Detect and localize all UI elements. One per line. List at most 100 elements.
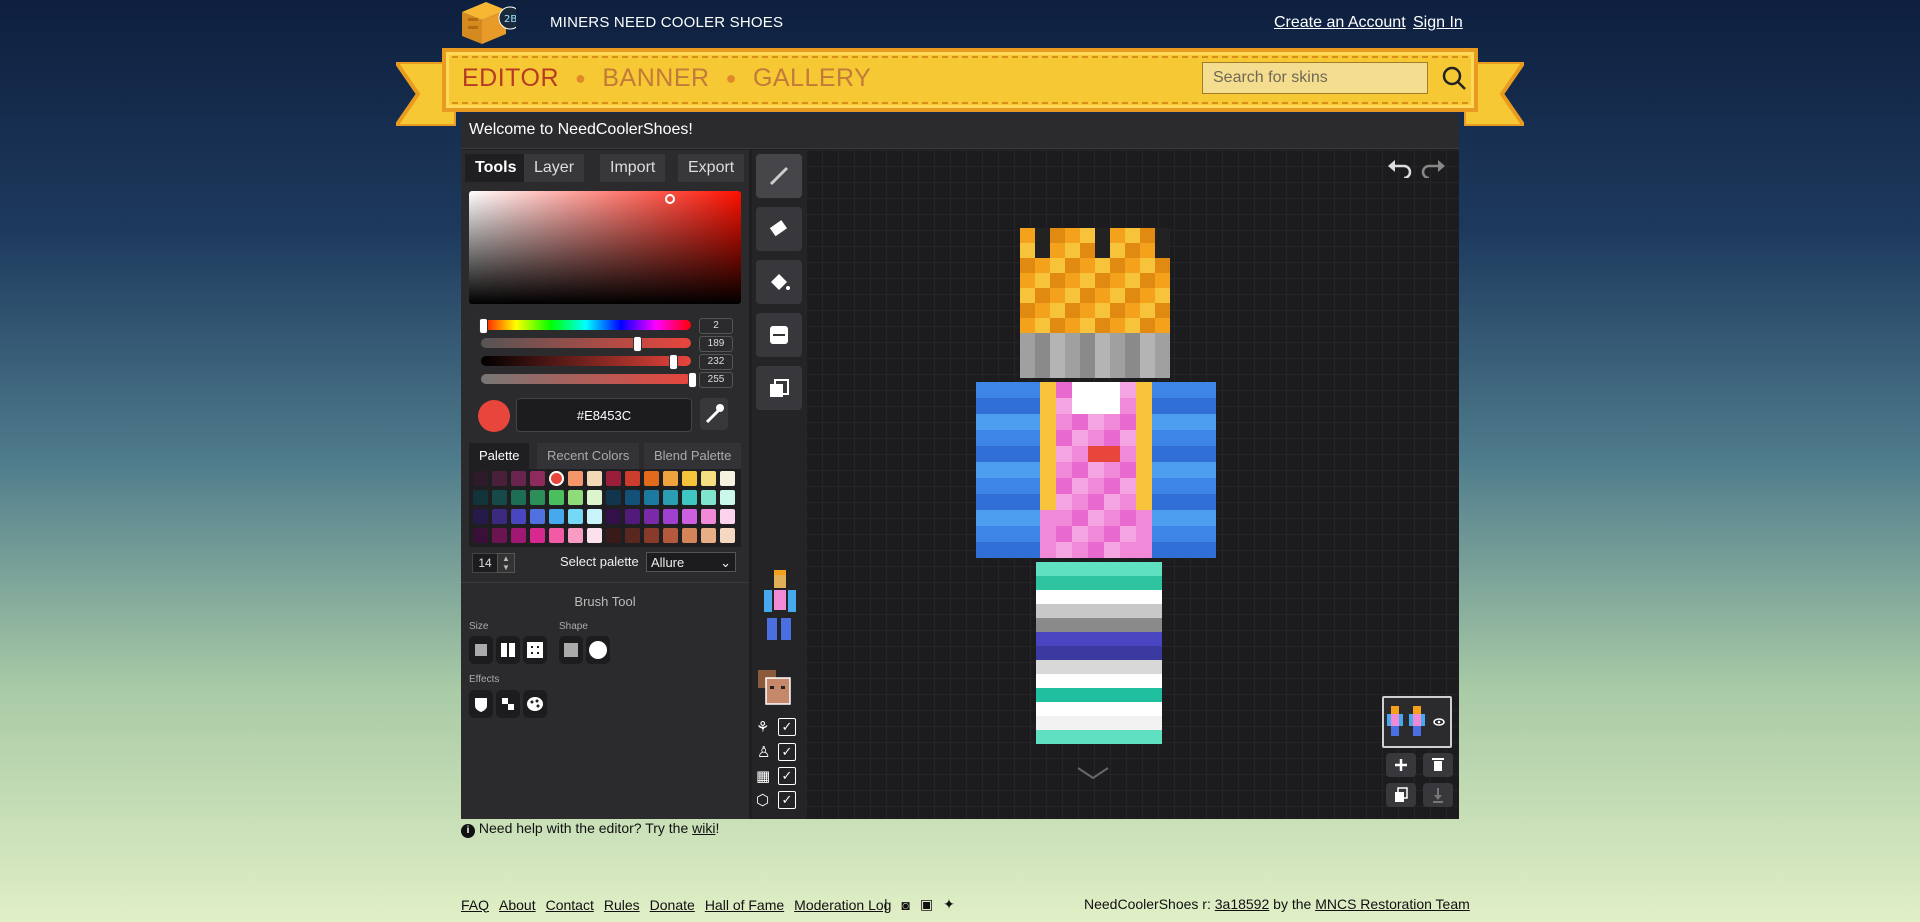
hall-of-fame-link[interactable]: Hall of Fame	[705, 897, 784, 913]
brush-size-1-button[interactable]	[469, 636, 493, 664]
palette-swatch[interactable]	[625, 471, 640, 486]
eraser-icon[interactable]	[756, 207, 802, 251]
palette-swatch[interactable]	[682, 490, 697, 505]
overlay-toggle-row[interactable]: ⚘✓	[756, 718, 800, 738]
shape-square-button[interactable]	[559, 636, 583, 664]
hue-slider-knob[interactable]	[479, 318, 488, 334]
site-logo[interactable]: 2B	[460, 0, 510, 46]
palette-swatch[interactable]	[701, 471, 716, 486]
site-name[interactable]: MINERS NEED COOLER SHOES	[550, 14, 783, 31]
nav-gallery[interactable]: GALLERY	[753, 64, 871, 93]
alpha-slider-knob[interactable]	[688, 372, 697, 388]
palette-swatch[interactable]	[644, 471, 659, 486]
alpha-slider[interactable]	[481, 374, 691, 384]
team-link[interactable]: MNCS Restoration Team	[1315, 896, 1470, 912]
palette-swatch[interactable]	[587, 471, 602, 486]
merge-layer-icon[interactable]	[1423, 783, 1453, 807]
create-account-link[interactable]: Create an Account	[1274, 14, 1406, 32]
palette-swatch[interactable]	[473, 471, 488, 486]
brightness-slider[interactable]	[481, 356, 691, 366]
palette-swatch[interactable]	[492, 528, 507, 543]
saturation-value-picker[interactable]	[469, 191, 741, 304]
tab-export[interactable]: Export	[678, 154, 744, 182]
palette-swatch[interactable]	[682, 528, 697, 543]
palette-swatch[interactable]	[473, 528, 488, 543]
tab-recent-colors[interactable]: Recent Colors	[537, 443, 639, 469]
duplicate-layer-icon[interactable]	[1386, 783, 1416, 807]
nav-editor[interactable]: EDITOR	[462, 64, 559, 93]
layer-thumbnail[interactable]	[1382, 696, 1452, 748]
checkbox-icon[interactable]: ✓	[778, 791, 796, 809]
color-picker-handle[interactable]	[665, 194, 675, 204]
palette-swatch[interactable]	[492, 509, 507, 524]
donate-link[interactable]: Donate	[650, 897, 695, 913]
palette-swatch[interactable]	[701, 490, 716, 505]
tab-blend-palette[interactable]: Blend Palette	[644, 443, 741, 469]
fill-bucket-icon[interactable]	[756, 260, 802, 304]
palette-swatch[interactable]	[606, 490, 621, 505]
hue-slider[interactable]	[481, 320, 691, 330]
palette-swatch[interactable]	[644, 528, 659, 543]
sign-in-link[interactable]: Sign In	[1413, 14, 1463, 32]
skin-model[interactable]	[806, 150, 1459, 819]
dither-effect-icon[interactable]	[496, 690, 520, 718]
revision-link[interactable]: 3a18592	[1215, 896, 1270, 912]
palette-swatch[interactable]	[625, 509, 640, 524]
palette-swatch[interactable]	[511, 471, 526, 486]
tab-layer[interactable]: Layer	[524, 154, 584, 182]
palette-swatch[interactable]	[587, 509, 602, 524]
brush-size-3-button[interactable]	[523, 636, 547, 664]
checkbox-icon[interactable]: ✓	[778, 718, 796, 736]
palette-swatch[interactable]	[663, 528, 678, 543]
palette-swatch[interactable]	[530, 509, 545, 524]
brightness-slider-knob[interactable]	[669, 354, 678, 370]
clone-tool-icon[interactable]	[756, 366, 802, 410]
palette-swatch[interactable]	[720, 490, 735, 505]
palette-swatch[interactable]	[568, 528, 583, 543]
palette-size-stepper[interactable]: ▲▼	[497, 553, 515, 573]
palette-swatch[interactable]	[549, 509, 564, 524]
palette-swatch[interactable]	[644, 509, 659, 524]
chevron-down-icon[interactable]	[1076, 764, 1110, 787]
mastodon-icon[interactable]: ▣	[920, 896, 933, 913]
brightness-value[interactable]: 232	[699, 354, 733, 370]
about-link[interactable]: About	[499, 897, 536, 913]
nav-banner[interactable]: BANNER	[602, 64, 709, 93]
add-layer-icon[interactable]	[1386, 753, 1416, 777]
palette-swatch[interactable]	[587, 490, 602, 505]
palette-swatch[interactable]	[587, 528, 602, 543]
rules-link[interactable]: Rules	[604, 897, 640, 913]
palette-swatch[interactable]	[530, 528, 545, 543]
palette-swatch[interactable]	[720, 471, 735, 486]
palette-swatch[interactable]	[473, 490, 488, 505]
search-icon[interactable]	[1440, 64, 1468, 92]
palette-swatch[interactable]	[606, 509, 621, 524]
shade-effect-icon[interactable]	[469, 690, 493, 718]
palette-swatch[interactable]	[644, 490, 659, 505]
palette-swatch[interactable]	[606, 528, 621, 543]
hue-value[interactable]: 2	[699, 318, 733, 334]
cube-toggle-row[interactable]: ⬡✓	[756, 791, 800, 811]
palette-swatch[interactable]	[682, 471, 697, 486]
tab-import[interactable]: Import	[600, 154, 665, 182]
brush-icon[interactable]	[756, 154, 802, 198]
checkbox-icon[interactable]: ✓	[778, 743, 796, 761]
search-input[interactable]	[1202, 62, 1428, 94]
palette-swatch[interactable]	[701, 528, 716, 543]
eyedropper-icon[interactable]	[700, 398, 728, 430]
bluesky-icon[interactable]: ✦	[943, 896, 955, 913]
head-toggle-icon[interactable]	[756, 668, 800, 708]
undo-icon[interactable]	[1387, 158, 1413, 183]
palette-select[interactable]: Allure⌄	[646, 552, 736, 572]
palette-swatch[interactable]	[568, 490, 583, 505]
tab-palette[interactable]: Palette	[469, 443, 529, 469]
contact-link[interactable]: Contact	[546, 897, 594, 913]
brush-size-2-button[interactable]	[496, 636, 520, 664]
saturation-slider[interactable]	[481, 338, 691, 348]
palette-swatch[interactable]	[682, 509, 697, 524]
faq-link[interactable]: FAQ	[461, 897, 489, 913]
palette-swatch[interactable]	[568, 509, 583, 524]
palette-swatch[interactable]	[492, 490, 507, 505]
palette-size-input[interactable]: 14	[472, 553, 498, 573]
shape-circle-button[interactable]	[586, 636, 610, 664]
